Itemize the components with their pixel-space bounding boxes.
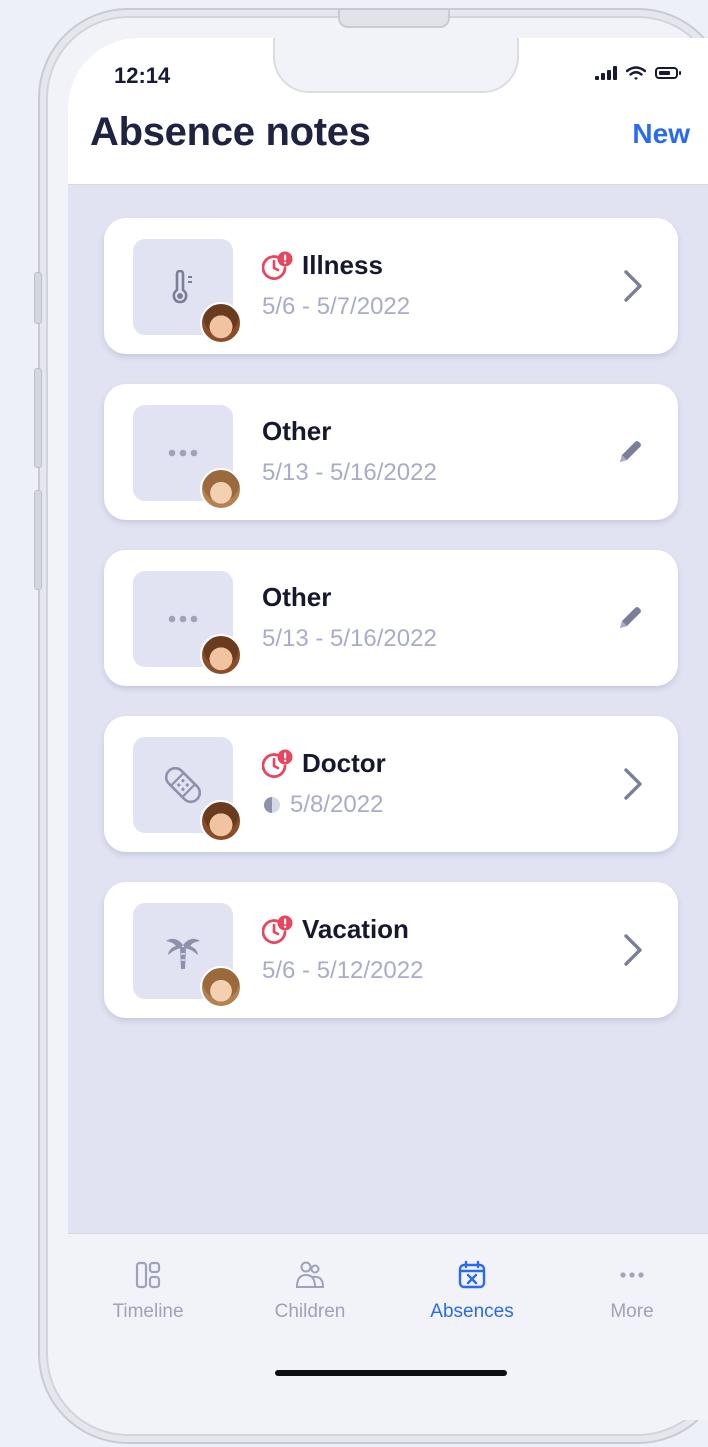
absences-calendar-icon [458,1260,486,1289]
battery-icon [655,67,681,79]
children-icon [295,1261,325,1288]
tab-timeline[interactable]: Timeline [78,1260,218,1323]
tab-children[interactable]: Children [240,1260,380,1323]
timeline-icon [135,1261,161,1289]
note-title-row: Doctor [262,748,386,779]
absence-note-card[interactable]: Vacation 5/6 - 5/12/2022 [104,882,678,1018]
child-avatar [200,302,242,344]
note-title-row: Illness [262,250,383,281]
notch [273,38,519,93]
new-button[interactable]: New [632,118,690,150]
pencil-icon[interactable] [616,438,644,466]
palm-tree-icon [163,931,203,971]
tab-bar: Timeline Children Absences More [68,1233,708,1420]
header: 12:14 Absence notes New [68,38,708,185]
tab-label: Absences [430,1301,514,1322]
ellipsis-icon [166,614,200,624]
note-date: 5/8/2022 [290,791,384,818]
note-date: 5/13 - 5/16/2022 [262,459,437,486]
child-avatar [200,634,242,676]
note-title: Other [262,416,332,446]
note-title-row: Other [262,582,331,613]
absence-note-card[interactable]: Doctor 5/8/2022 [104,716,678,852]
note-date-row: 5/8/2022 [262,791,383,819]
note-date-row: 5/6 - 5/12/2022 [262,957,423,985]
side-button-volume-down [34,490,42,590]
pending-alert-icon [262,251,294,281]
tab-more[interactable]: More [562,1260,702,1323]
note-date: 5/6 - 5/12/2022 [262,957,424,984]
wifi-icon [626,66,646,80]
status-time: 12:14 [114,63,171,88]
note-title: Illness [302,250,383,280]
more-icon [620,1272,644,1278]
child-avatar [200,800,242,842]
thermometer-icon [169,270,197,304]
note-title-row: Other [262,416,331,447]
tab-absences[interactable]: Absences [402,1260,542,1323]
half-day-icon [262,795,282,815]
note-date-row: 5/13 - 5/16/2022 [262,625,437,653]
note-title: Doctor [302,748,386,778]
tab-label: Children [274,1301,346,1322]
child-avatar [200,966,242,1008]
status-icons [595,66,681,80]
absence-note-list: Illness 5/6 - 5/7/2022 Other 5/13 - 5/16/20… [104,218,678,1048]
chevron-right-icon[interactable] [622,767,644,801]
ellipsis-icon [166,448,200,458]
child-avatar [200,468,242,510]
note-date-row: 5/13 - 5/16/2022 [262,459,437,487]
speaker-slot [338,10,450,28]
note-date-row: 5/6 - 5/7/2022 [262,293,410,321]
chevron-right-icon[interactable] [622,269,644,303]
pencil-icon[interactable] [616,604,644,632]
chevron-right-icon[interactable] [622,933,644,967]
note-title: Other [262,582,332,612]
note-title-row: Vacation [262,914,409,945]
absence-note-card[interactable]: Illness 5/6 - 5/7/2022 [104,218,678,354]
note-date: 5/13 - 5/16/2022 [262,625,437,652]
home-indicator [275,1370,507,1376]
screen: 12:14 Absence notes New Illness 5/6 - 5/7… [68,38,708,1420]
side-button-volume-up [34,368,42,468]
absence-note-card[interactable]: Other 5/13 - 5/16/2022 [104,384,678,520]
note-title: Vacation [302,914,409,944]
tab-label: Timeline [112,1301,184,1322]
signal-icon [595,66,617,80]
page-title: Absence notes [90,110,371,154]
note-date: 5/6 - 5/7/2022 [262,293,411,320]
absence-note-card[interactable]: Other 5/13 - 5/16/2022 [104,550,678,686]
pending-alert-icon [262,749,294,779]
tab-label: More [610,1301,654,1322]
side-button-silent [34,272,42,324]
pending-alert-icon [262,915,294,945]
bandage-icon [161,763,205,807]
